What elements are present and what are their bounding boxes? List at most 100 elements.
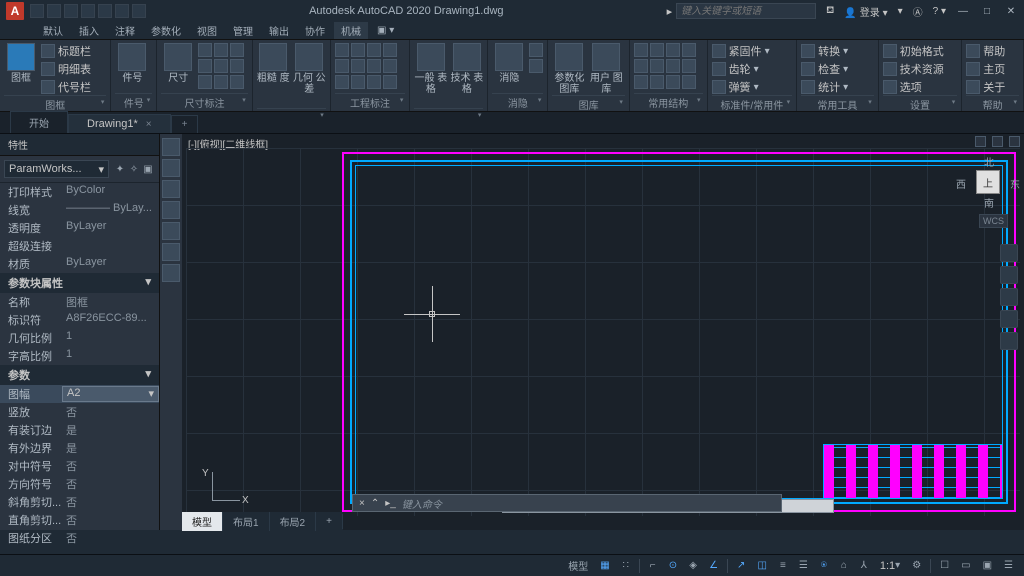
side-tool-icon[interactable]	[162, 264, 180, 282]
maximize-button[interactable]: □	[980, 4, 994, 18]
vp-max-icon[interactable]	[992, 136, 1003, 147]
struct-icon[interactable]	[634, 43, 648, 57]
cmd-expand-icon[interactable]: ⌃	[371, 498, 379, 509]
side-tool-icon[interactable]	[162, 180, 180, 198]
property-row[interactable]: 打印样式ByColor	[0, 183, 159, 201]
sb-lwt-icon[interactable]: ≡	[774, 558, 792, 574]
partno-button[interactable]: 件号	[115, 43, 149, 93]
codebar-tool[interactable]: 代号栏	[41, 79, 91, 95]
panel-label[interactable]: 消隐	[492, 93, 543, 111]
panel-label[interactable]	[414, 108, 483, 111]
annot-icon[interactable]	[351, 75, 365, 89]
wcs-label[interactable]: WCS	[979, 214, 1008, 228]
struct-icon[interactable]	[634, 59, 648, 73]
about-tool[interactable]: 关于	[966, 79, 1005, 95]
panel-label[interactable]: 常用结构	[634, 93, 703, 111]
struct-icon[interactable]	[666, 43, 680, 57]
sb-model-button[interactable]: 模型	[563, 558, 593, 574]
app-exchange-icon[interactable]: Ⓐ	[913, 4, 923, 19]
ribbon-tab-active[interactable]: 机械	[334, 22, 368, 39]
sb-polar-icon[interactable]: ⊙	[664, 558, 682, 574]
property-row[interactable]: 竖放否	[0, 403, 159, 421]
spring-tool[interactable]: 弹簧 ▾	[712, 79, 770, 95]
panel-label[interactable]: 帮助	[966, 95, 1019, 113]
viewcube-west[interactable]: 西	[956, 176, 966, 191]
property-row[interactable]: 斜角剪切...否	[0, 493, 159, 511]
convert-tool[interactable]: 转换 ▾	[801, 43, 848, 59]
dim-icon[interactable]	[198, 43, 212, 57]
property-value[interactable]: 否	[62, 494, 159, 510]
doc-tab-add[interactable]: +	[171, 115, 199, 133]
struct-icon[interactable]	[666, 75, 680, 89]
signin-button[interactable]: 👤登录 ▾	[844, 4, 887, 19]
sb-clean-icon[interactable]: ▣	[978, 558, 997, 574]
property-row[interactable]: 几何比例1	[0, 329, 159, 347]
quick-select-icon[interactable]: ✦	[113, 162, 127, 176]
annot-icon[interactable]	[335, 59, 349, 73]
close-button[interactable]: ✕	[1004, 4, 1018, 18]
initformat-tool[interactable]: 初始格式	[883, 43, 944, 59]
property-value[interactable]: 是	[62, 440, 159, 456]
property-value[interactable]	[62, 238, 159, 254]
sb-otrack-icon[interactable]: ↗	[732, 558, 750, 574]
steering-wheel-icon[interactable]	[1000, 244, 1018, 262]
struct-icon[interactable]	[682, 75, 696, 89]
layout-tab-1[interactable]: 布局1	[223, 512, 270, 531]
infocenter-icon[interactable]: ⛾	[826, 5, 834, 18]
panel-label[interactable]: 图框	[4, 95, 106, 113]
dim-icon[interactable]	[214, 75, 228, 89]
qat-save-icon[interactable]	[64, 4, 78, 18]
ribbon-tab[interactable]: 注释	[108, 22, 142, 39]
ribbon-tab-extra[interactable]: ▣ ▾	[370, 24, 401, 37]
home-tool[interactable]: 主页	[966, 61, 1005, 77]
viewcube-top[interactable]: 上	[976, 170, 1000, 194]
property-row[interactable]: 有外边界是	[0, 439, 159, 457]
options-tool[interactable]: 选项	[883, 79, 944, 95]
dim-icon[interactable]	[198, 59, 212, 73]
property-row[interactable]: 有装订边是	[0, 421, 159, 439]
property-row[interactable]: 名称图框	[0, 293, 159, 311]
annot-icon[interactable]	[367, 75, 381, 89]
tool-icon[interactable]	[529, 59, 543, 73]
app-menu-button[interactable]: A	[6, 2, 24, 20]
doc-tab-start[interactable]: 开始	[10, 111, 68, 133]
property-row[interactable]: 标识符A8F26ECC-89...	[0, 311, 159, 329]
property-row[interactable]: 方向符号否	[0, 475, 159, 493]
layout-tab-add[interactable]: +	[316, 514, 343, 529]
close-tab-icon[interactable]: ×	[146, 119, 152, 130]
pickadd-icon[interactable]: ✧	[127, 162, 141, 176]
ribbon-tab[interactable]: 插入	[72, 22, 106, 39]
sb-tpy-icon[interactable]: ☰	[794, 558, 813, 574]
property-row[interactable]: 材质ByLayer	[0, 255, 159, 273]
stat-tool[interactable]: 统计 ▾	[801, 79, 848, 95]
frame-button[interactable]: 图框	[4, 43, 38, 95]
struct-icon[interactable]	[650, 75, 664, 89]
property-value[interactable]: 1	[62, 348, 159, 364]
annot-icon[interactable]	[383, 43, 397, 57]
annot-icon[interactable]	[335, 43, 349, 57]
vp-min-icon[interactable]	[975, 136, 986, 147]
sb-ortho-icon[interactable]: ⌐	[644, 558, 662, 574]
struct-icon[interactable]	[634, 75, 648, 89]
side-tool-icon[interactable]	[162, 243, 180, 261]
panel-label[interactable]	[257, 108, 326, 111]
ribbon-tab[interactable]: 协作	[298, 22, 332, 39]
property-value[interactable]: A2▾	[62, 386, 159, 402]
property-value[interactable]: 否	[62, 530, 159, 546]
sb-ann-icon[interactable]: ⅄	[855, 558, 873, 574]
sb-iso-icon[interactable]: ◈	[684, 558, 702, 574]
tolerance-button[interactable]: 几何 公差	[293, 43, 326, 108]
tool-icon[interactable]	[529, 43, 543, 57]
hide-button[interactable]: 消隐	[492, 43, 526, 93]
techtable-button[interactable]: 技术 表格	[450, 43, 483, 108]
help-search-input[interactable]	[676, 3, 816, 19]
qat-open-icon[interactable]	[47, 4, 61, 18]
property-value[interactable]: 否	[62, 476, 159, 492]
fastener-tool[interactable]: 紧固件 ▾	[712, 43, 770, 59]
palette-section[interactable]: 参数▾	[0, 365, 159, 385]
layout-tab-model[interactable]: 模型	[182, 512, 223, 531]
side-tool-icon[interactable]	[162, 138, 180, 156]
panel-label[interactable]: 常用工具	[801, 95, 874, 113]
annot-icon[interactable]	[351, 43, 365, 57]
panel-label[interactable]: 设置	[883, 95, 958, 113]
